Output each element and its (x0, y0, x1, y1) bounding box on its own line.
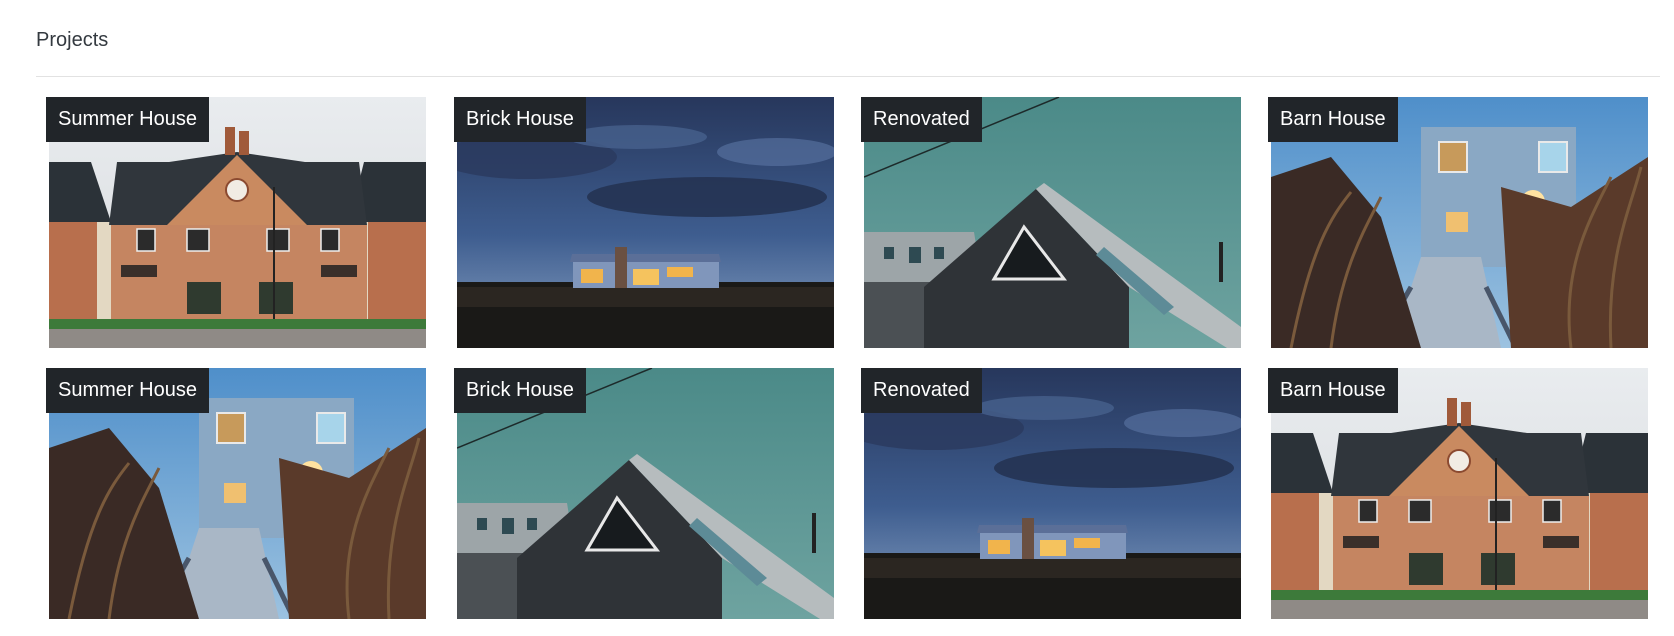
project-title-tag: Barn House (1268, 368, 1398, 413)
project-card[interactable]: Renovated (861, 368, 1241, 619)
project-card[interactable]: Barn House (1268, 368, 1648, 619)
project-title-tag: Brick House (454, 368, 586, 413)
project-card[interactable]: Summer House (46, 97, 426, 348)
project-title-tag: Renovated (861, 97, 982, 142)
project-card[interactable]: Brick House (454, 97, 834, 348)
title-divider (36, 76, 1660, 77)
project-title-tag: Summer House (46, 368, 209, 413)
project-card[interactable]: Barn House (1268, 97, 1648, 348)
project-title-tag: Brick House (454, 97, 586, 142)
project-card[interactable]: Summer House (46, 368, 426, 619)
project-card[interactable]: Renovated (861, 97, 1241, 348)
project-title-tag: Barn House (1268, 97, 1398, 142)
project-title-tag: Renovated (861, 368, 982, 413)
project-title-tag: Summer House (46, 97, 209, 142)
page-title: Projects (36, 29, 109, 51)
project-card[interactable]: Brick House (454, 368, 834, 619)
